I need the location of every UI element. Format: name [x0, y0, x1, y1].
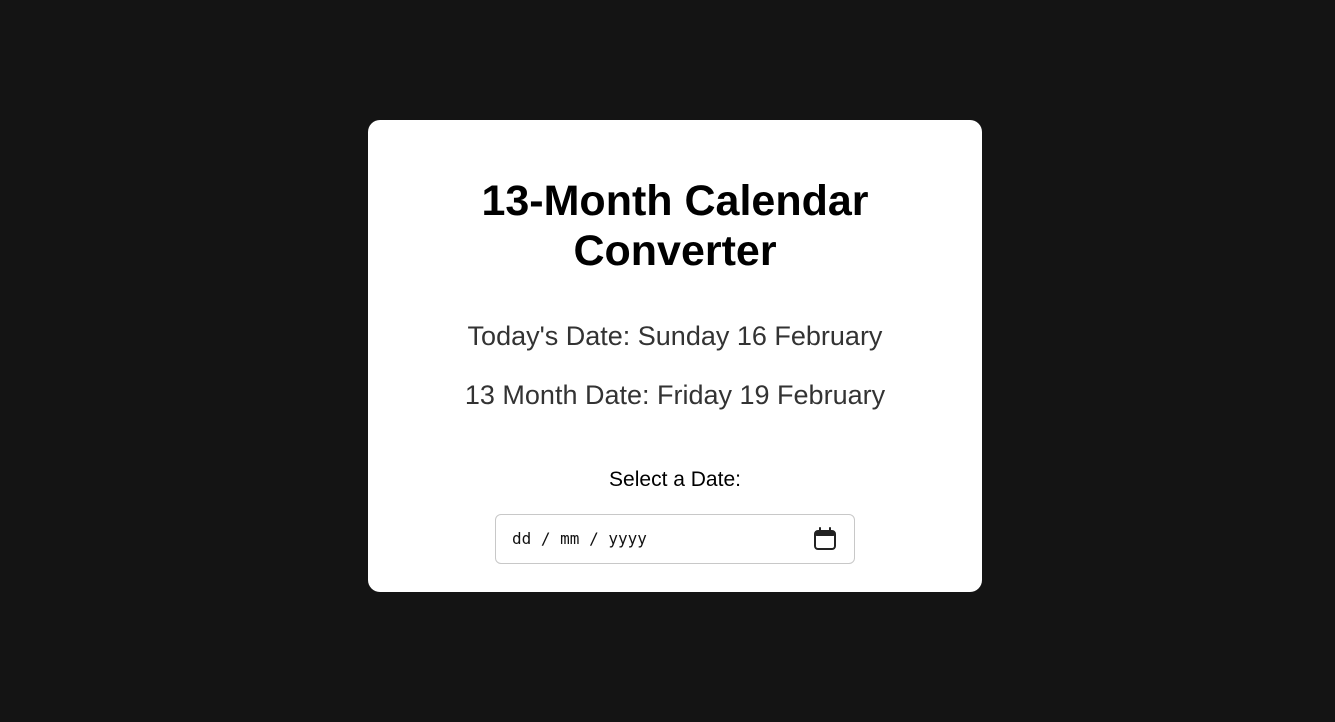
date-input[interactable]: dd / mm / yyyy	[495, 514, 855, 564]
page-title: 13-Month Calendar Converter	[481, 177, 869, 275]
select-date-label: Select a Date:	[609, 468, 741, 491]
calendar-icon[interactable]	[812, 526, 838, 552]
converter-card: 13-Month Calendar Converter Today's Date…	[368, 120, 982, 592]
todays-date-text: Today's Date: Sunday 16 February	[467, 321, 883, 351]
thirteen-month-date-text: 13 Month Date: Friday 19 February	[464, 380, 886, 410]
date-input-placeholder: dd / mm / yyyy	[512, 529, 647, 548]
